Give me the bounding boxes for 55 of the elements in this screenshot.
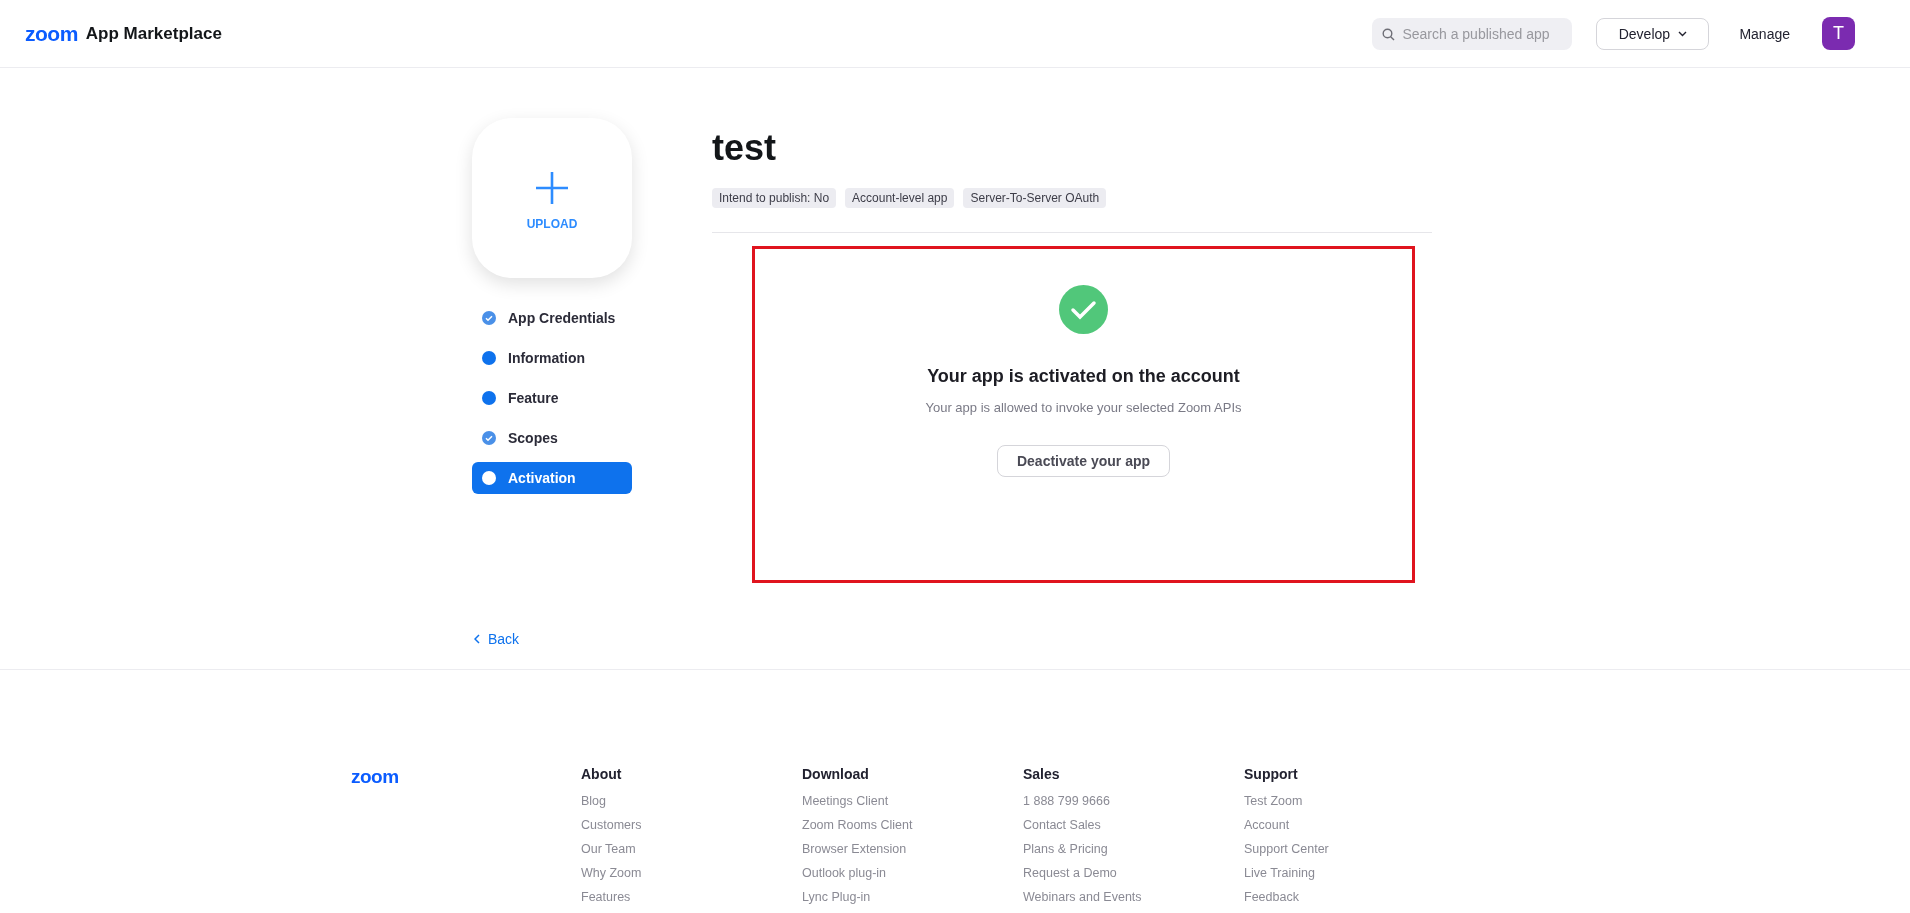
dot-icon <box>482 471 496 485</box>
footer-link[interactable]: Blog <box>581 793 802 809</box>
footer-link[interactable]: Our Team <box>581 841 802 857</box>
step-item[interactable]: App Credentials <box>472 302 632 334</box>
check-circle-icon <box>1059 285 1108 334</box>
footer-link[interactable]: Webinars and Events <box>1023 889 1244 905</box>
check-circle-icon <box>482 311 496 325</box>
develop-dropdown[interactable]: Develop <box>1596 17 1710 50</box>
footer-link[interactable]: 1 888 799 9666 <box>1023 793 1244 809</box>
footer-heading: About <box>581 766 623 782</box>
check-circle-icon <box>482 431 496 445</box>
footer-link[interactable]: Feedback <box>1244 889 1465 905</box>
user-avatar[interactable]: T <box>1822 17 1855 50</box>
app-tag: Intend to publish: No <box>712 188 837 208</box>
footer-link[interactable]: Account <box>1244 817 1465 833</box>
zoom-logo[interactable]: zoom <box>25 21 78 46</box>
footer-link[interactable]: Live Training <box>1244 865 1465 881</box>
step-item[interactable]: Activation <box>472 462 632 494</box>
activation-heading: Your app is activated on the account <box>927 366 1240 387</box>
footer-link[interactable]: Customers <box>581 817 802 833</box>
plus-icon <box>535 171 569 205</box>
footer-link[interactable]: Plans & Pricing <box>1023 841 1244 857</box>
dot-icon <box>482 391 496 405</box>
step-item[interactable]: Scopes <box>472 422 632 454</box>
activation-message: Your app is allowed to invoke your selected Zoom APIs <box>925 400 1242 415</box>
footer-link[interactable]: Browser Extension <box>802 841 1023 857</box>
back-link[interactable]: Back <box>474 631 520 647</box>
footer-link[interactable]: Contact Sales <box>1023 817 1244 833</box>
footer-link[interactable]: Test Zoom <box>1244 793 1465 809</box>
upload-button[interactable]: UPLOAD <box>472 118 632 278</box>
marketplace-title: App Marketplace <box>85 23 222 44</box>
footer-link[interactable]: Zoom Rooms Client <box>802 817 1023 833</box>
footer-link[interactable]: Meetings Client <box>802 793 1023 809</box>
app-title: test <box>712 126 778 170</box>
footer-heading: Support <box>1244 766 1299 782</box>
app-tag: Server-To-Server OAuth <box>963 188 1107 208</box>
step-item[interactable]: Information <box>472 342 632 374</box>
footer-heading: Sales <box>1023 766 1061 782</box>
footer-link[interactable]: Support Center <box>1244 841 1465 857</box>
footer-link[interactable]: Request a Demo <box>1023 865 1244 881</box>
search-icon <box>1382 27 1396 41</box>
deactivate-button[interactable]: Deactivate your app <box>996 445 1171 477</box>
footer-link[interactable]: Outlook plug-in <box>802 865 1023 881</box>
zoom-logo[interactable]: zoom <box>351 766 581 788</box>
step-item[interactable]: Feature <box>472 382 632 414</box>
chevron-left-icon <box>474 634 480 644</box>
search-field[interactable]: Search a published app <box>1372 17 1573 50</box>
footer-heading: Download <box>802 766 870 782</box>
footer-link[interactable]: Why Zoom <box>581 865 802 881</box>
app-tag: Account-level app <box>845 188 955 208</box>
manage-link[interactable]: Manage <box>1739 25 1790 42</box>
footer-link[interactable]: Features <box>581 889 802 905</box>
dot-icon <box>482 351 496 365</box>
chevron-down-icon <box>1678 30 1688 37</box>
footer-link[interactable]: Lync Plug-in <box>802 889 1023 905</box>
